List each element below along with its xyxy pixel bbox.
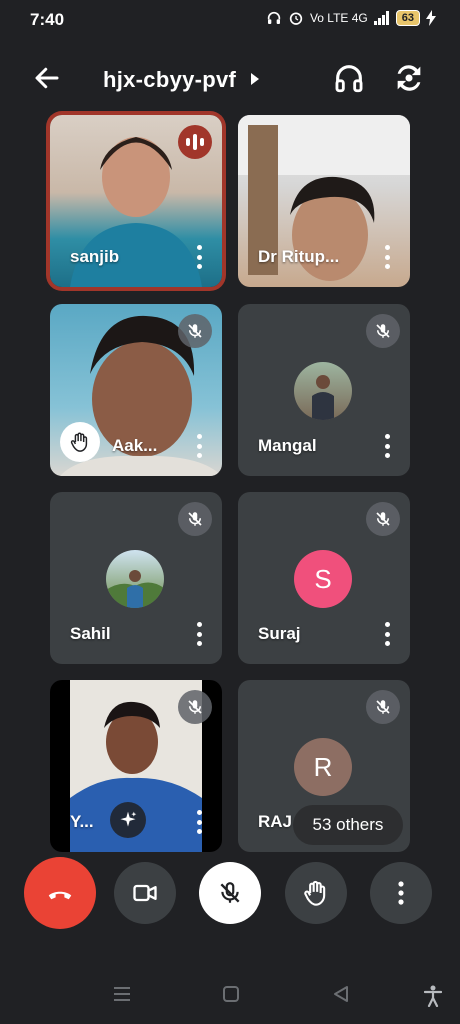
phone-hangup-icon xyxy=(48,891,72,900)
avatar xyxy=(106,550,164,608)
meeting-top-bar: hjx-cbyy-pvf xyxy=(0,55,460,103)
mic-off-icon xyxy=(220,882,240,903)
clock: 7:40 xyxy=(30,10,65,29)
headphones-status-icon xyxy=(267,11,281,24)
hand-icon xyxy=(60,422,100,462)
participant-tile-mangal[interactable]: Mangal xyxy=(238,304,410,476)
battery-badge: 63 xyxy=(395,10,420,26)
participant-name: Aak... xyxy=(112,436,158,455)
alarm-icon xyxy=(289,12,303,25)
back-nav-icon[interactable] xyxy=(332,985,350,1003)
participant-name: Y... xyxy=(70,812,94,831)
participant-name: Sahil xyxy=(70,624,111,643)
mic-off-icon xyxy=(178,314,212,348)
more-vert-icon[interactable] xyxy=(196,434,202,458)
avatar xyxy=(294,362,352,420)
mic-off-icon xyxy=(366,314,400,348)
home-icon[interactable] xyxy=(222,985,240,1003)
more-vert-icon[interactable] xyxy=(196,245,202,269)
more-vert-icon xyxy=(398,881,404,905)
camera-toggle-button[interactable] xyxy=(114,862,176,924)
status-icons: Vo LTE 4G 63 xyxy=(266,10,436,26)
participant-tile-aak[interactable]: Aak... xyxy=(50,304,222,476)
raise-hand-button[interactable] xyxy=(285,862,347,924)
others-count-pill[interactable]: 53 others xyxy=(293,805,403,845)
participant-name: sanjib xyxy=(70,247,120,266)
avatar: S xyxy=(294,550,352,608)
headphones-icon[interactable] xyxy=(332,61,366,95)
sparkle-icon[interactable] xyxy=(110,802,146,838)
more-vert-icon[interactable] xyxy=(196,810,202,834)
mic-toggle-button[interactable] xyxy=(199,862,261,924)
mic-off-icon xyxy=(366,690,400,724)
accessibility-icon[interactable] xyxy=(424,985,442,1007)
call-controls xyxy=(0,857,460,938)
status-bar: 7:40 Vo LTE 4G 63 xyxy=(0,0,460,40)
mic-off-icon xyxy=(178,690,212,724)
participant-tile-suraj[interactable]: S Suraj xyxy=(238,492,410,664)
participant-tile-dr-ritup[interactable]: Dr Ritup... xyxy=(238,115,410,287)
participant-name: Suraj xyxy=(258,624,301,643)
meeting-code[interactable]: hjx-cbyy-pvf xyxy=(103,67,236,93)
participant-tile-sanjib[interactable]: sanjib xyxy=(50,115,222,287)
more-vert-icon[interactable] xyxy=(384,434,390,458)
caret-right-icon[interactable] xyxy=(250,73,260,85)
more-vert-icon[interactable] xyxy=(196,622,202,646)
participant-tile-y[interactable]: Y... xyxy=(50,680,222,852)
mic-off-icon xyxy=(366,502,400,536)
participant-tile-sahil[interactable]: Sahil xyxy=(50,492,222,664)
speaking-indicator-icon xyxy=(178,125,212,159)
signal-icon xyxy=(373,11,389,25)
participant-name: Mangal xyxy=(258,436,317,455)
network-label: Vo LTE 4G xyxy=(309,11,368,25)
videocam-icon xyxy=(133,884,157,902)
camera-switch-icon[interactable] xyxy=(392,61,426,95)
avatar: R xyxy=(294,738,352,796)
participant-name: RAJ xyxy=(258,812,293,831)
more-vert-icon[interactable] xyxy=(384,622,390,646)
mic-off-icon xyxy=(178,502,212,536)
participant-name: Dr Ritup... xyxy=(258,247,340,266)
recents-icon[interactable] xyxy=(112,985,132,1003)
system-nav-bar xyxy=(0,975,460,1015)
arrow-left-icon[interactable] xyxy=(32,63,62,93)
charging-icon xyxy=(426,10,436,26)
more-vert-icon[interactable] xyxy=(384,245,390,269)
hand-icon xyxy=(304,880,326,906)
end-call-button[interactable] xyxy=(24,857,96,929)
more-options-button[interactable] xyxy=(370,862,432,924)
